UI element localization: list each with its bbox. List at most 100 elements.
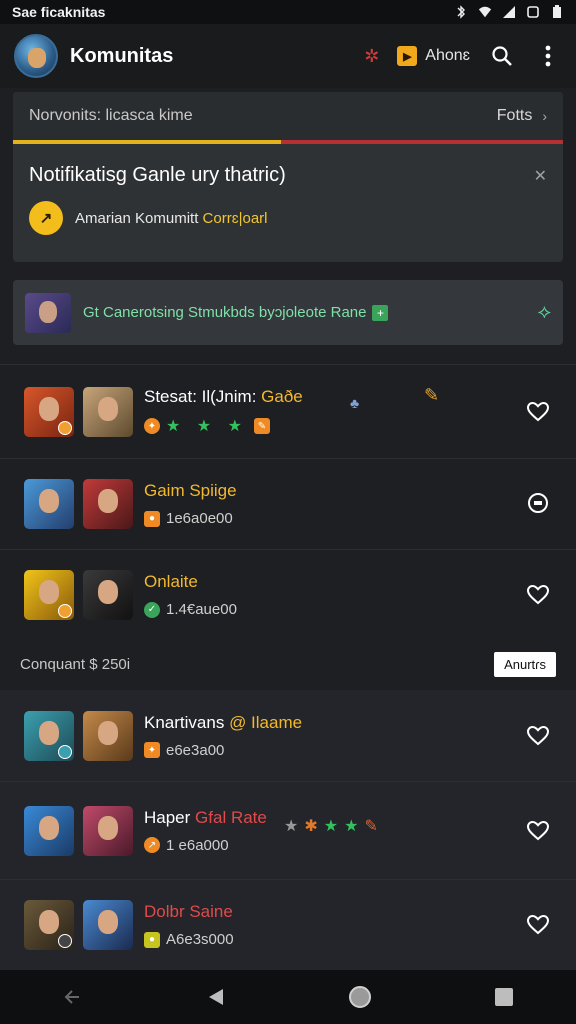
notification-icon xyxy=(527,6,539,18)
arrow-left-icon xyxy=(64,990,79,1004)
account-label[interactable]: Ahonɛ xyxy=(425,47,470,65)
recents-square-icon xyxy=(495,988,513,1006)
item-meta: A6e3s000 xyxy=(166,931,234,948)
community-accent[interactable]: Corrɛ|oarl xyxy=(203,210,268,227)
card-header-right[interactable]: Fotts xyxy=(497,107,533,125)
game-thumbnail xyxy=(83,479,133,529)
notification-card[interactable]: Norvonits: licasca kime Fotts › Notifika… xyxy=(13,92,563,262)
item-name-accent: Gaðe xyxy=(261,387,303,406)
invite-card[interactable]: Gt Canerotsing Stmukbds byɔjoleote Rane +… xyxy=(13,280,563,345)
plus-icon[interactable]: + xyxy=(372,305,389,322)
game-thumbnail xyxy=(24,386,74,437)
game-thumbnail xyxy=(83,570,133,620)
rating-stars: ★ ★ ★ xyxy=(166,418,248,435)
item-meta: 1 e6a000 xyxy=(166,836,229,854)
favorite-button[interactable] xyxy=(524,722,552,750)
nav-back-small[interactable] xyxy=(52,977,92,1017)
invite-text: Gt Canerotsing Stmukbds byɔjoleote Rane xyxy=(83,303,367,321)
game-thumbnail xyxy=(83,900,133,950)
chevron-right-icon[interactable]: › xyxy=(542,108,547,124)
nav-back-button[interactable] xyxy=(196,977,236,1017)
nav-home-button[interactable] xyxy=(340,977,380,1017)
heart-icon xyxy=(527,725,549,745)
item-name: Haper xyxy=(144,807,191,827)
game-thumbnail xyxy=(24,805,74,856)
section-button[interactable]: Anurtɾs xyxy=(494,651,556,677)
item-name: Knartivans xyxy=(144,712,225,732)
rating-stars-icon: ★✱★★✎ xyxy=(284,818,384,835)
avatar[interactable] xyxy=(14,34,58,78)
status-bar: Sae ficaknitas xyxy=(0,0,576,24)
item-meta: 1.4€aue00 xyxy=(166,601,237,618)
list-item[interactable]: Gaim Spiige ● 1e6a0e00 xyxy=(0,458,576,549)
item-name: Dolbr Saine xyxy=(144,902,233,921)
section-label: Conquant $ 250i xyxy=(20,655,131,673)
item-meta: 1e6a0e00 xyxy=(166,510,233,527)
item-name-accent: @ Ilaame xyxy=(229,712,303,732)
game-thumbnail xyxy=(24,900,74,950)
search-icon xyxy=(492,46,512,66)
favorite-button[interactable] xyxy=(524,398,552,426)
section-header: Conquant $ 250i Anurtɾs xyxy=(0,638,576,690)
dismiss-icon[interactable]: ✕ xyxy=(534,166,547,186)
card-title: Notifikatisg Ganle ury thatric) xyxy=(29,164,286,186)
search-button[interactable] xyxy=(488,42,516,70)
heart-icon xyxy=(527,915,549,935)
favorite-button[interactable] xyxy=(524,911,552,939)
item-name-accent: Gfal Rate xyxy=(195,807,267,827)
rank-icon: ✦ xyxy=(144,418,160,434)
account-badge-icon[interactable]: ▶ xyxy=(397,46,418,66)
heart-icon xyxy=(527,585,549,605)
progress-divider xyxy=(13,140,563,144)
rank-icon: ● xyxy=(144,931,160,948)
list-item[interactable]: Knartivans @ Ilaame ✦ e6e3a00 xyxy=(0,690,576,781)
chat-button[interactable] xyxy=(524,490,552,518)
game-thumbnail xyxy=(83,710,133,761)
game-list: Stesat: Il(Jnim: Gaðe ✦ ★ ★ ★ ✎ ♣ ✎ Gaim… xyxy=(0,364,576,640)
list-item[interactable]: Haper Gfal Rate ↗ 1 e6a000 ★✱★★✎ xyxy=(0,781,576,879)
rank-icon: ● xyxy=(144,510,160,527)
heart-icon xyxy=(527,820,549,840)
game-thumbnail xyxy=(24,479,74,529)
status-text: Sae ficaknitas xyxy=(12,4,106,20)
item-name: Onlaite xyxy=(144,572,198,591)
item-meta: e6e3a00 xyxy=(166,741,225,759)
page-title: Komunitas xyxy=(70,44,174,67)
rank-icon: ✦ xyxy=(144,742,160,758)
nav-recents-button[interactable] xyxy=(484,977,524,1017)
status-icons xyxy=(454,5,564,19)
app-bar: Komunitas ✲ ▶ Ahonɛ xyxy=(0,24,576,88)
tag-icon: ✎ xyxy=(253,418,270,434)
battery-icon xyxy=(553,5,561,18)
list-item[interactable]: Dolbr Saine ● A6e3s000 xyxy=(0,879,576,970)
back-triangle-icon xyxy=(209,989,223,1005)
list-item[interactable]: Onlaite ✓ 1.4€aue00 xyxy=(0,549,576,640)
game-list-secondary: Knartivans @ Ilaame ✦ e6e3a00 Haper Gfal… xyxy=(0,690,576,970)
bluetooth-icon xyxy=(457,5,465,19)
game-thumbnail xyxy=(24,710,74,761)
more-options-button[interactable] xyxy=(534,42,562,70)
rank-icon: ✓ xyxy=(144,601,160,618)
favorite-button[interactable] xyxy=(524,817,552,845)
sparkle-icon: ♣ xyxy=(350,395,360,411)
game-thumbnail xyxy=(24,570,74,620)
sparkle-icon[interactable]: ✲ xyxy=(364,46,379,67)
list-item[interactable]: Stesat: Il(Jnim: Gaðe ✦ ★ ★ ★ ✎ ♣ ✎ xyxy=(0,364,576,458)
item-name: Gaim Spiige xyxy=(144,481,237,500)
home-circle-icon xyxy=(349,986,371,1008)
expand-icon[interactable]: ⟡ xyxy=(538,301,551,324)
signal-icon xyxy=(503,6,515,18)
item-name: Stesat: Il(Jnim: xyxy=(144,387,257,406)
favorite-button[interactable] xyxy=(524,581,552,609)
heart-icon xyxy=(527,401,549,421)
wifi-icon xyxy=(478,6,492,18)
invite-avatar xyxy=(25,292,71,333)
card-header: Norvonits: licasca kime xyxy=(29,107,193,124)
community-text: Amarian Komumitt xyxy=(75,209,203,227)
game-thumbnail xyxy=(83,805,133,856)
system-nav-bar xyxy=(0,970,576,1024)
pencil-icon[interactable]: ✎ xyxy=(424,385,439,406)
more-vert-icon xyxy=(545,45,551,67)
chat-icon xyxy=(528,493,548,513)
community-badge-icon: ↗ xyxy=(29,201,63,235)
